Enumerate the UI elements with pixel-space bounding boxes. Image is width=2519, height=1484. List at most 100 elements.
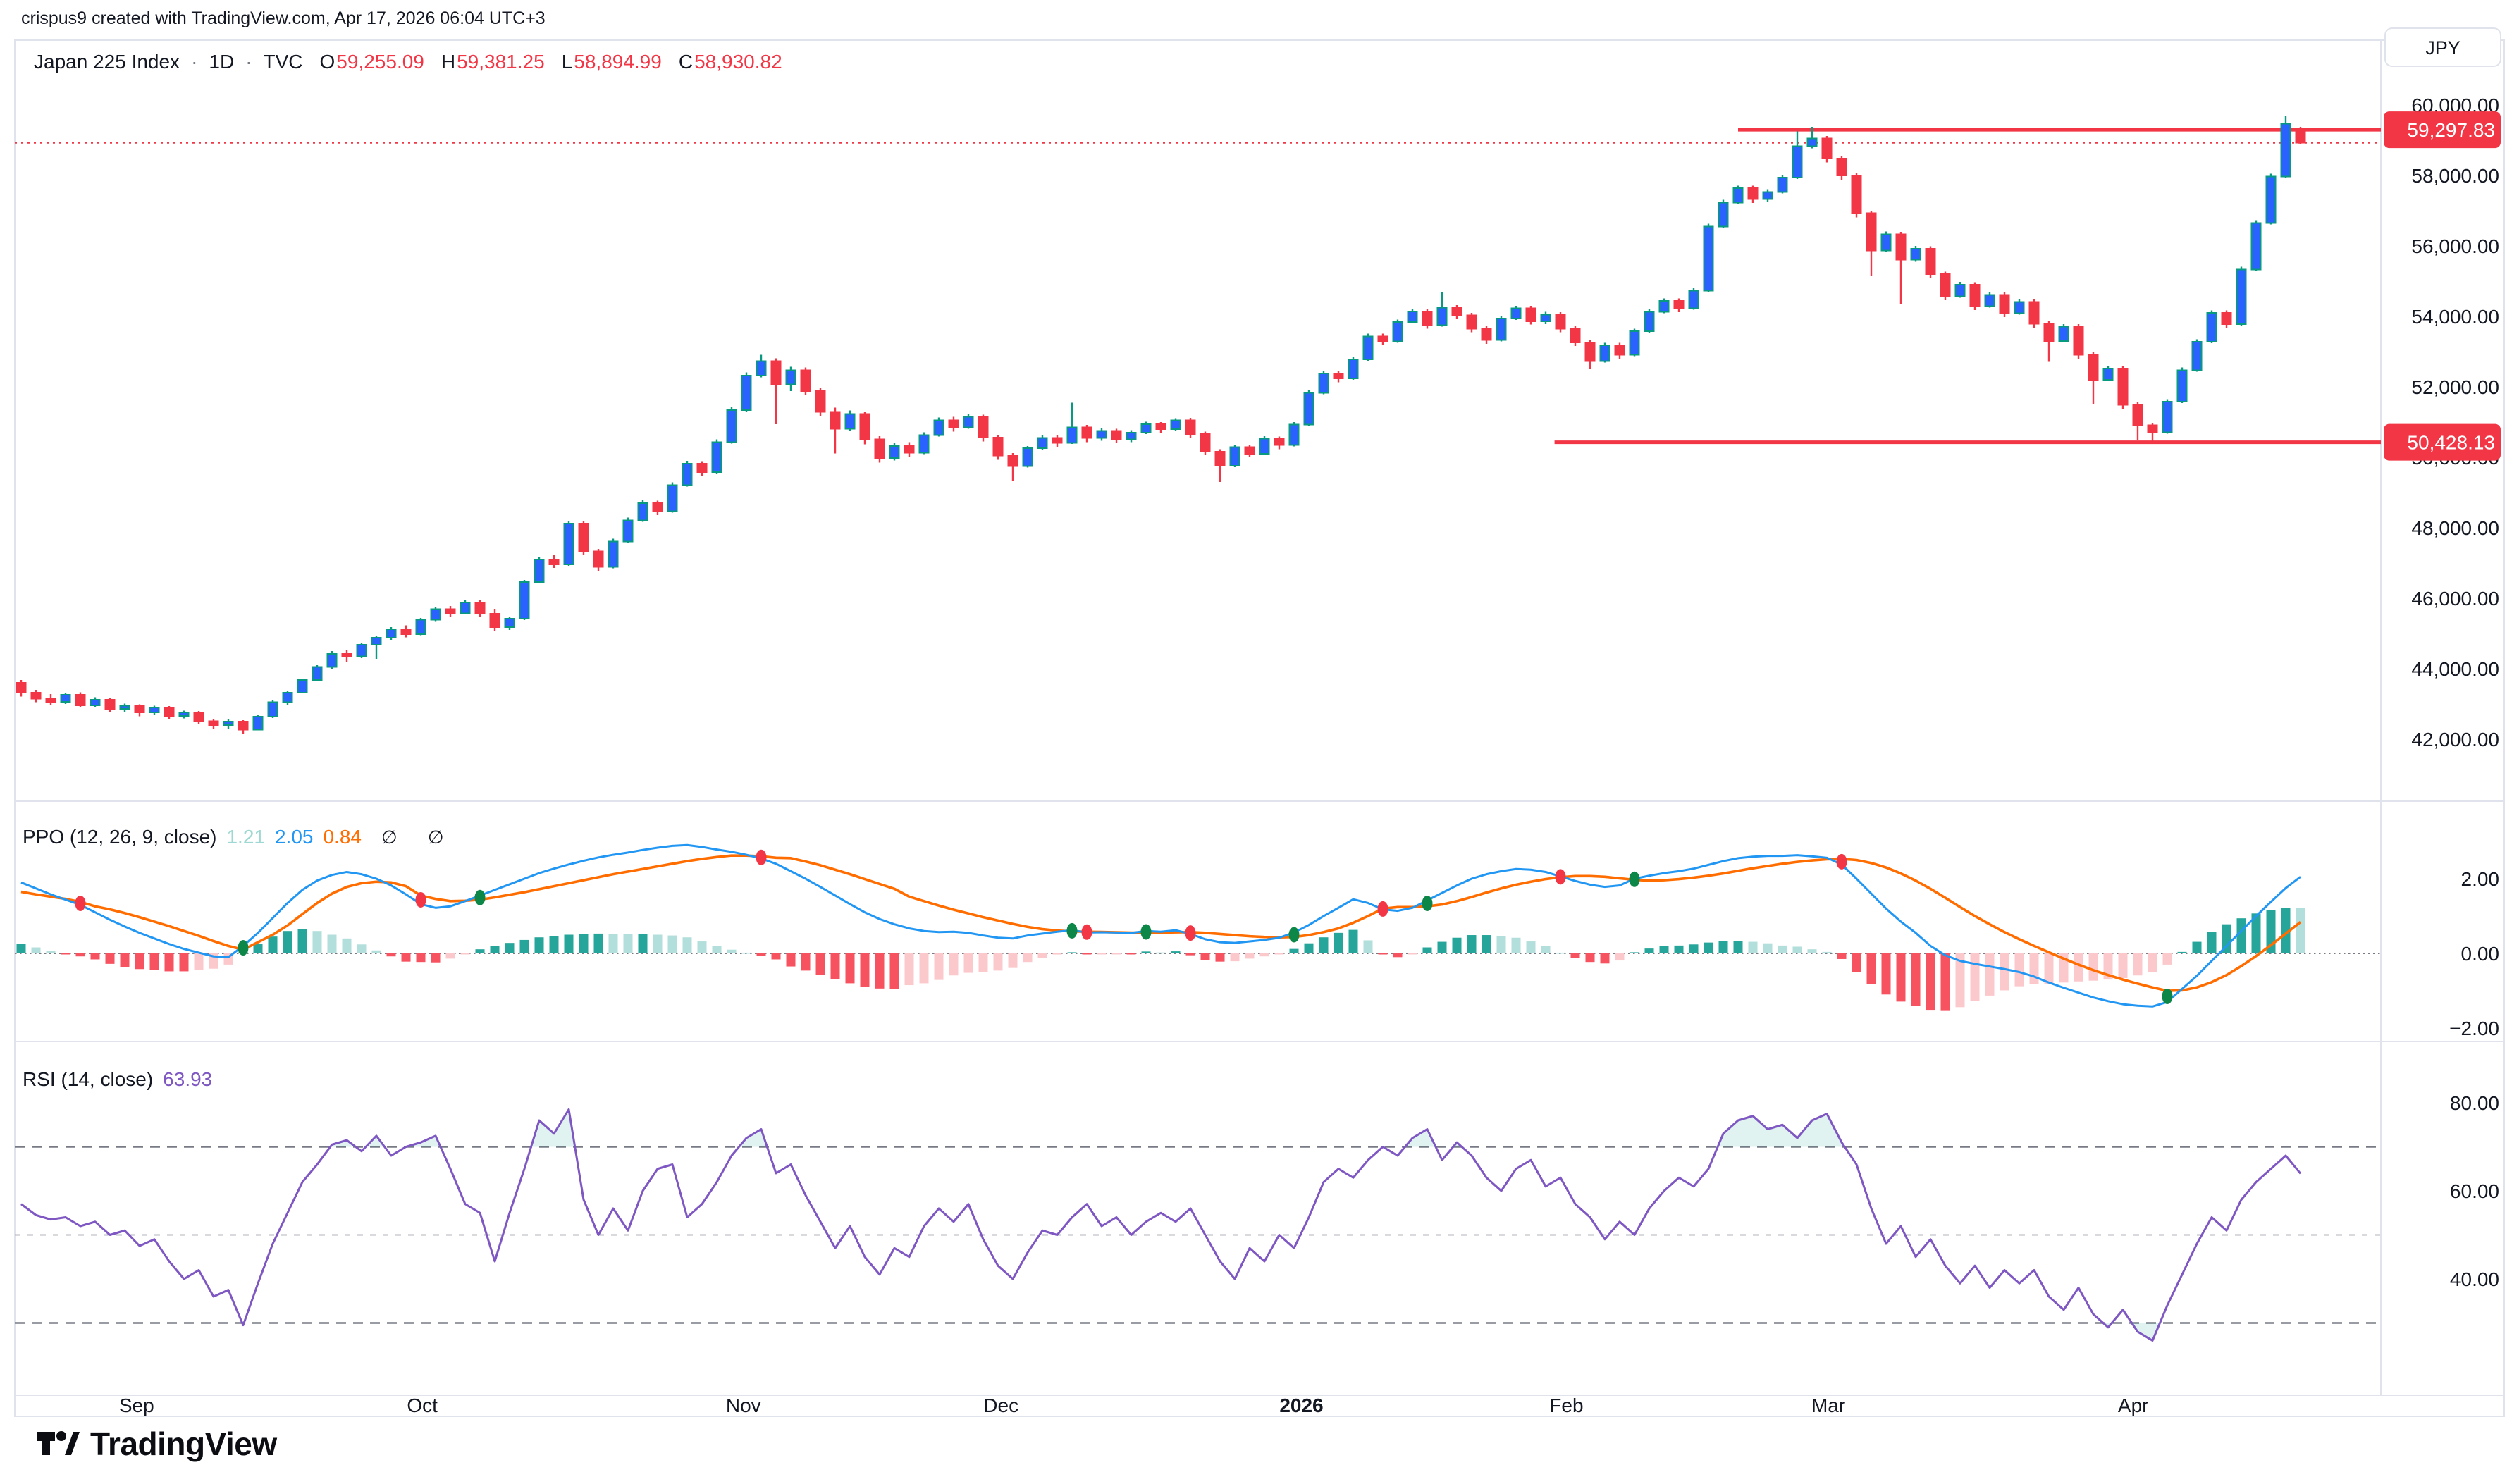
ppo-hist-bar <box>476 949 485 953</box>
ppo-hist-bar <box>372 951 381 953</box>
candle <box>476 600 485 617</box>
candlestick-series[interactable] <box>17 116 2305 734</box>
time-axis[interactable]: SepOctNovDec2026FebMarApr <box>119 1395 2149 1416</box>
candle <box>1038 435 1047 450</box>
candle <box>2207 311 2217 344</box>
ppo-hist-bar <box>328 935 337 954</box>
low-label: L <box>562 51 573 73</box>
ppo-hist-bar <box>624 934 633 953</box>
currency-button[interactable]: JPY <box>2385 28 2501 66</box>
candle <box>372 636 381 659</box>
tradingview-logo[interactable]: TradingView <box>37 1425 277 1463</box>
candle <box>1956 282 1965 298</box>
ppo-hist-bar <box>1734 941 1743 953</box>
ppo-hist-bar <box>1571 953 1580 958</box>
ppo-hist-bar <box>2163 953 2172 965</box>
ppo-hist-bar <box>979 953 988 972</box>
ppo-hist-bar <box>1897 953 1906 1001</box>
candle <box>1467 313 1477 333</box>
open-label: O <box>320 51 335 73</box>
rsi-oversold-fill <box>21 1109 2301 1340</box>
high-label: H <box>441 51 455 73</box>
ppo-cross-markers <box>75 850 2173 1004</box>
ppo-cross-marker <box>238 940 249 956</box>
ppo-hist-bar <box>2133 953 2143 975</box>
ppo-tick-label: 0.00 <box>2461 943 2500 965</box>
ppo-hist-bar <box>1038 953 1047 958</box>
symbol-interval[interactable]: 1D <box>209 51 234 73</box>
candle <box>2237 267 2246 326</box>
ppo-hist-bar <box>1867 953 1876 984</box>
ppo-hist-bar <box>653 935 663 954</box>
ppo-hist-bar <box>2089 953 2098 981</box>
ppo-hist-bar <box>594 934 603 953</box>
candle <box>787 367 796 392</box>
candle <box>1749 186 1758 204</box>
ppo-hist-bar <box>565 935 574 954</box>
ppo-cross-marker <box>1837 854 1847 870</box>
candle <box>1408 309 1417 323</box>
ppo-hist-bar <box>1497 936 1506 953</box>
ppo-hist-bar <box>195 953 204 970</box>
ppo-hist-bar <box>742 953 751 954</box>
ppo-hist-bar <box>47 951 56 953</box>
candle <box>698 462 707 476</box>
ppo-hist-bar <box>520 940 529 953</box>
candle <box>1778 175 1787 194</box>
candle <box>2089 352 2098 404</box>
ppo-hist-bar <box>1453 938 1462 953</box>
ppo-hist-bar <box>1275 953 1284 955</box>
candle <box>1023 446 1033 468</box>
ppo-hist-bar <box>935 953 944 980</box>
rsi-tick-label: 60.00 <box>2450 1180 2499 1202</box>
ppo-hist-bar <box>357 944 367 953</box>
ppo-hist-bar <box>964 953 973 973</box>
candle <box>1911 246 1921 262</box>
ppo-hist-bar <box>431 953 441 963</box>
ppo-hist-bar <box>1630 952 1639 953</box>
ppo-histogram <box>17 908 2305 1010</box>
candle <box>2074 324 2083 359</box>
ppo-cross-marker <box>1289 927 1300 943</box>
ppo-hist-bar <box>1985 953 1995 996</box>
candle <box>209 719 218 729</box>
candle <box>328 651 337 669</box>
price-axis[interactable]: 60,000.0058,000.0056,000.0054,000.0052,0… <box>2411 94 2499 750</box>
ppo-hist-bar <box>1201 953 1210 960</box>
ppo-title: PPO (12, 26, 9, close) <box>23 826 216 848</box>
candle <box>565 521 574 566</box>
candle <box>861 412 870 445</box>
candle <box>446 606 455 617</box>
ppo-hist-bar <box>121 953 130 967</box>
tradingview-logo-icon <box>37 1428 80 1459</box>
chart-canvas[interactable]: 60,000.0058,000.0056,000.0054,000.0052,0… <box>0 0 2519 1484</box>
indicator-axis[interactable]: 2.000.00−2.0080.0060.0040.00 <box>2449 868 2499 1290</box>
candle <box>2163 400 2172 434</box>
ppo-hist-bar <box>535 937 544 953</box>
null-set-icons[interactable]: ∅ ∅ <box>381 827 457 848</box>
candle <box>1349 357 1358 381</box>
candle <box>550 555 559 568</box>
horizontal-line-drawings[interactable] <box>1555 130 2381 442</box>
ppo-signal-value: 0.84 <box>323 826 362 848</box>
ppo-cross-marker <box>1556 869 1566 884</box>
ppo-hist-bar <box>994 953 1003 970</box>
candle <box>121 704 130 713</box>
ppo-hist-bar <box>313 931 322 953</box>
candle <box>1053 435 1062 447</box>
ppo-cross-marker <box>1082 925 1092 940</box>
price-tick-label: 44,000.00 <box>2411 658 2499 680</box>
ppo-hist-bar <box>1660 946 1669 953</box>
candle <box>2104 366 2113 382</box>
ppo-hist-bar <box>461 953 470 955</box>
ppo-hist-bar <box>2207 932 2217 953</box>
candle <box>17 680 26 697</box>
candle <box>165 706 174 719</box>
candle <box>1586 340 1595 370</box>
time-tick-label: Oct <box>407 1395 438 1416</box>
ppo-tick-label: 2.00 <box>2461 868 2500 890</box>
ppo-hist-bar <box>2178 952 2187 953</box>
close-label: C <box>679 51 693 73</box>
svg-text:50,428.13: 50,428.13 <box>2407 432 2495 454</box>
candle <box>1971 283 1980 311</box>
